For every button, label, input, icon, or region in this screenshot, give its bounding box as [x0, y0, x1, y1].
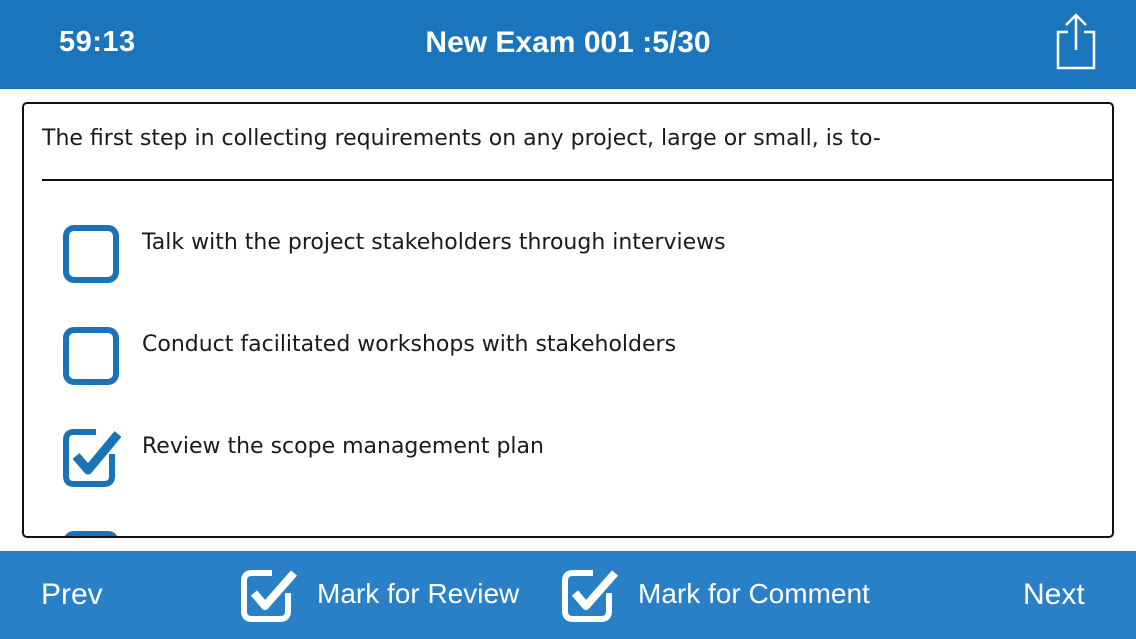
checkbox-checked-icon[interactable] — [62, 428, 122, 490]
question-divider — [42, 179, 1112, 181]
next-button[interactable]: Next — [1023, 578, 1085, 612]
answer-option-4-partial[interactable] — [62, 530, 1062, 538]
checkbox-checked-icon — [562, 570, 619, 622]
share-button[interactable] — [1052, 12, 1100, 72]
question-card: The first step in collecting requirement… — [22, 102, 1114, 538]
checkbox-checked-icon — [241, 570, 298, 622]
share-icon — [1056, 13, 1096, 70]
checkbox-unchecked-icon[interactable] — [62, 224, 122, 286]
top-bar: 59:13 New Exam 001 :5/30 — [0, 0, 1136, 89]
answer-option-3[interactable]: Review the scope management plan — [62, 428, 1062, 490]
answer-option-1[interactable]: Talk with the project stakeholders throu… — [62, 224, 1062, 286]
checkbox-unchecked-icon[interactable] — [62, 326, 122, 388]
checkbox-unchecked-icon[interactable] — [62, 530, 122, 538]
answer-option-label: Talk with the project stakeholders throu… — [142, 230, 726, 255]
answer-option-label: Conduct facilitated workshops with stake… — [142, 332, 677, 357]
prev-button[interactable]: Prev — [41, 578, 103, 612]
mark-for-review-label: Mark for Review — [317, 578, 520, 609]
question-text: The first step in collecting requirement… — [42, 126, 881, 151]
answer-option-label: Review the scope management plan — [142, 434, 544, 459]
bottom-toolbar: Prev Mark for Review Mark for Comment Ne… — [0, 551, 1136, 639]
exam-title: New Exam 001 :5/30 — [425, 26, 711, 59]
mark-for-comment-label: Mark for Comment — [638, 578, 870, 609]
answer-option-2[interactable]: Conduct facilitated workshops with stake… — [62, 326, 1062, 388]
